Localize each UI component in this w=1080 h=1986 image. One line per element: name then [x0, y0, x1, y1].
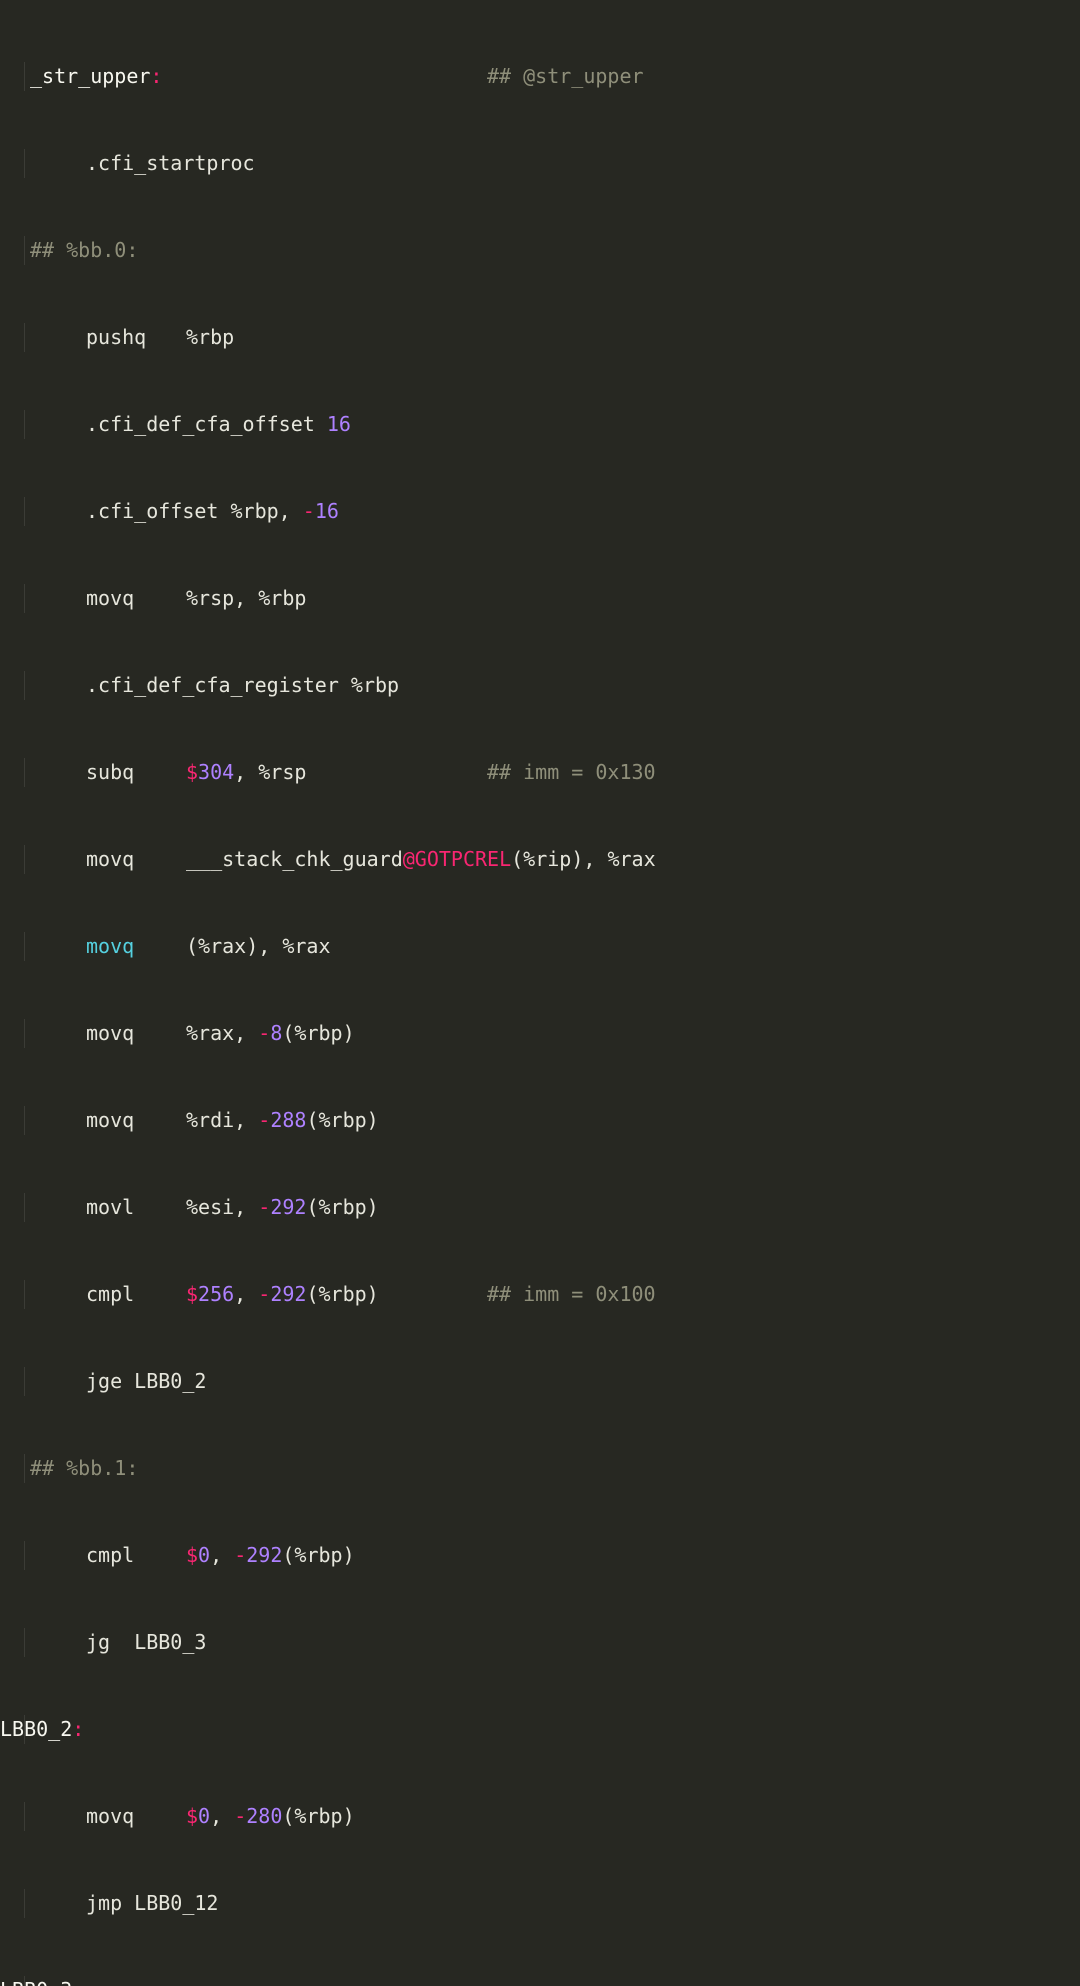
register: %rip: [523, 847, 571, 871]
directive: .cfi_def_cfa_offset: [86, 412, 315, 436]
number: 292: [270, 1195, 306, 1219]
comment: ## %bb.0:: [30, 238, 138, 262]
code-line: ## %bb.0:: [0, 236, 1080, 265]
number: 288: [270, 1108, 306, 1132]
comment: ## imm = 0x130: [487, 758, 656, 787]
code-line: jmp LBB0_12: [0, 1889, 1080, 1918]
assembly-code: _str_upper:## @str_upper .cfi_startproc …: [0, 0, 1080, 1986]
comment: ## imm = 0x100: [487, 1280, 656, 1309]
code-line: LBB0_3:: [0, 1976, 1080, 1986]
number: 304: [198, 760, 234, 784]
instruction: movl: [86, 1193, 186, 1222]
number: 292: [246, 1543, 282, 1567]
instruction: movq: [86, 1106, 186, 1135]
instruction: jg: [86, 1630, 110, 1654]
code-line: movl%esi, -292(%rbp): [0, 1193, 1080, 1222]
instruction: subq: [86, 758, 186, 787]
code-line: .cfi_def_cfa_register %rbp: [0, 671, 1080, 700]
number: 280: [246, 1804, 282, 1828]
number: 292: [270, 1282, 306, 1306]
register: %rbp: [351, 673, 399, 697]
directive: .cfi_def_cfa_register: [86, 673, 339, 697]
code-line: _str_upper:## @str_upper: [0, 62, 1080, 91]
number: 0: [198, 1804, 210, 1828]
branch-target: LBB0_3: [134, 1630, 206, 1654]
code-line: jg LBB0_3: [0, 1628, 1080, 1657]
instruction: movq: [86, 1802, 186, 1831]
register: %rax: [607, 847, 655, 871]
register: %rsp: [186, 586, 234, 610]
branch-target: LBB0_12: [134, 1891, 218, 1915]
register: %rbp: [318, 1108, 366, 1132]
register: %rbp: [294, 1543, 342, 1567]
code-line: movq%rsp, %rbp: [0, 584, 1080, 613]
comment: ## %bb.1:: [30, 1456, 138, 1480]
code-line: pushq%rbp: [0, 323, 1080, 352]
number: 256: [198, 1282, 234, 1306]
code-line: .cfi_startproc: [0, 149, 1080, 178]
relocation: @GOTPCREL: [403, 847, 511, 871]
instruction: jmp: [86, 1891, 122, 1915]
instruction: movq: [86, 1019, 186, 1048]
code-line: .cfi_offset %rbp, -16: [0, 497, 1080, 526]
code-line: cmpl$0, -292(%rbp): [0, 1541, 1080, 1570]
code-line: ## %bb.1:: [0, 1454, 1080, 1483]
label: _str_upper: [30, 64, 150, 88]
register: %rax: [282, 934, 330, 958]
register: %rax: [186, 1021, 234, 1045]
code-line: movq%rdi, -288(%rbp): [0, 1106, 1080, 1135]
register: %rbp: [294, 1804, 342, 1828]
symbol: ___stack_chk_guard: [186, 847, 403, 871]
code-line: movq%rax, -8(%rbp): [0, 1019, 1080, 1048]
code-line: movq(%rax), %rax: [0, 932, 1080, 961]
register: %rbp: [231, 499, 279, 523]
code-line: jge LBB0_2: [0, 1367, 1080, 1396]
number: 16: [327, 412, 351, 436]
register: %esi: [186, 1195, 234, 1219]
instruction: movq: [86, 584, 186, 613]
code-line: subq$304, %rsp## imm = 0x130: [0, 758, 1080, 787]
register: %rbp: [186, 325, 234, 349]
register: %rbp: [294, 1021, 342, 1045]
register: %rbp: [258, 586, 306, 610]
instruction: cmpl: [86, 1280, 186, 1309]
comment: ## @str_upper: [487, 62, 644, 91]
register: %rax: [198, 934, 246, 958]
register: %rdi: [186, 1108, 234, 1132]
branch-target: LBB0_2: [134, 1369, 206, 1393]
instruction: cmpl: [86, 1541, 186, 1570]
code-line: .cfi_def_cfa_offset 16: [0, 410, 1080, 439]
register: %rbp: [318, 1282, 366, 1306]
code-line: movq___stack_chk_guard@GOTPCREL(%rip), %…: [0, 845, 1080, 874]
directive: .cfi_offset: [86, 499, 218, 523]
instruction: pushq: [86, 323, 186, 352]
code-line: cmpl$256, -292(%rbp)## imm = 0x100: [0, 1280, 1080, 1309]
number: 0: [198, 1543, 210, 1567]
register: %rsp: [258, 760, 306, 784]
instruction: movq: [86, 845, 186, 874]
instruction: movq: [86, 932, 186, 961]
number: 16: [315, 499, 339, 523]
register: %rbp: [318, 1195, 366, 1219]
instruction: jge: [86, 1369, 122, 1393]
number: 8: [270, 1021, 282, 1045]
code-line: LBB0_2:: [0, 1715, 1080, 1744]
code-line: movq$0, -280(%rbp): [0, 1802, 1080, 1831]
directive: .cfi_startproc: [86, 151, 255, 175]
